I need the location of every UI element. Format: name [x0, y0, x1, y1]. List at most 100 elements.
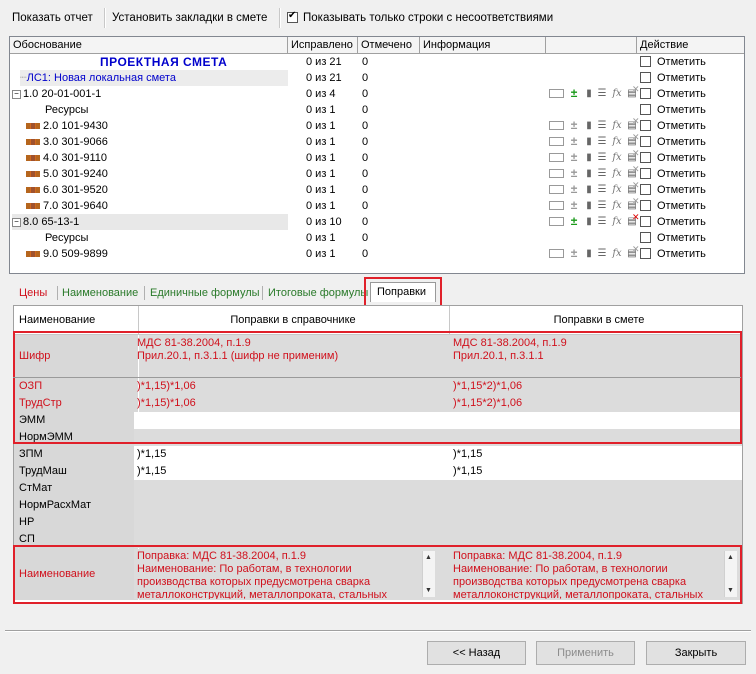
document-icon[interactable]: ☰: [596, 183, 608, 196]
add-icon[interactable]: ±: [568, 167, 580, 180]
formula-icon[interactable]: fx: [611, 119, 623, 132]
mark-checkbox[interactable]: [640, 216, 651, 227]
formula-icon[interactable]: fx: [611, 87, 623, 100]
row-shifr[interactable]: Шифр МДС 81-38.2004, п.1.9 Прил.20.1, п.…: [14, 335, 742, 379]
mark-checkbox[interactable]: [640, 232, 651, 243]
mark-label[interactable]: Отметить: [657, 134, 706, 150]
show-report-button[interactable]: Показать отчет: [12, 11, 93, 25]
ref-value[interactable]: )*1,15: [134, 463, 450, 480]
collapse-toggle-icon[interactable]: −: [12, 90, 21, 99]
formula-icon[interactable]: fx: [611, 247, 623, 260]
estimate-tree-grid[interactable]: Обоснование Исправлено Отмечено Информац…: [9, 36, 745, 274]
document-icon[interactable]: ☰: [596, 151, 608, 164]
document-icon[interactable]: ☰: [596, 199, 608, 212]
mark-label[interactable]: Отметить: [657, 166, 706, 182]
bookmark-icon[interactable]: ▮: [583, 183, 595, 196]
collapse-toggle-icon[interactable]: −: [12, 218, 21, 227]
document-icon[interactable]: ☰: [596, 247, 608, 260]
print-icon[interactable]: [549, 185, 564, 194]
mark-label[interactable]: Отметить: [657, 150, 706, 166]
bookmark-icon[interactable]: ▮: [583, 87, 595, 100]
document-icon[interactable]: ☰: [596, 87, 608, 100]
tree-row[interactable]: ПРОЕКТНАЯ СМЕТА 0 из 21 0 Отметить: [10, 54, 744, 70]
ref-value[interactable]: )*1,15: [134, 446, 450, 463]
delete-icon[interactable]: ▤: [626, 211, 639, 228]
est-value[interactable]: [450, 531, 742, 548]
back-button[interactable]: << Назад: [427, 641, 526, 665]
mark-checkbox[interactable]: [640, 200, 651, 211]
mark-checkbox[interactable]: [640, 168, 651, 179]
col-header-marked[interactable]: Отмечено: [358, 37, 420, 53]
bookmark-icon[interactable]: ▮: [583, 151, 595, 164]
delete-icon[interactable]: ▤: [626, 243, 639, 260]
tree-row[interactable]: −8.0 65-13-1 0 из 10 0 ±▮☰fx▤ Отметить: [10, 211, 744, 230]
correction-row[interactable]: СП: [14, 531, 742, 549]
mark-label[interactable]: Отметить: [657, 102, 706, 118]
print-icon[interactable]: [549, 137, 564, 146]
tab-total-formulas[interactable]: Итоговые формулы: [268, 285, 368, 301]
add-icon[interactable]: ±: [568, 215, 580, 228]
correction-row[interactable]: ЭММ: [14, 412, 742, 430]
memo-scrollbar[interactable]: [724, 551, 737, 597]
bookmark-icon[interactable]: ▮: [583, 247, 595, 260]
print-icon[interactable]: [549, 89, 564, 98]
col-header-action[interactable]: Действие: [637, 37, 744, 53]
est-value[interactable]: )*1,15: [450, 463, 742, 480]
tree-row[interactable]: 9.0 509-9899 0 из 1 0 ±▮☰fx▤ Отметить: [10, 243, 744, 262]
row-naimenovanie[interactable]: Наименование Поправка: МДС 81-38.2004, п…: [14, 548, 742, 601]
tab-prices[interactable]: Цены: [19, 285, 47, 301]
formula-icon[interactable]: fx: [611, 167, 623, 180]
col-header-fixed[interactable]: Исправлено: [288, 37, 358, 53]
correction-row[interactable]: ОЗП)*1,15)*1,06)*1,15*2)*1,06: [14, 378, 742, 396]
mark-label[interactable]: Отметить: [657, 182, 706, 198]
mark-checkbox[interactable]: [640, 152, 651, 163]
mark-checkbox[interactable]: [640, 120, 651, 131]
formula-icon[interactable]: fx: [611, 215, 623, 228]
bookmark-icon[interactable]: ▮: [583, 199, 595, 212]
est-value[interactable]: [450, 480, 742, 497]
ref-value[interactable]: [134, 514, 450, 531]
correction-row[interactable]: ТрудСтр)*1,15)*1,06)*1,15*2)*1,06: [14, 395, 742, 413]
document-icon[interactable]: ☰: [596, 119, 608, 132]
mark-label[interactable]: Отметить: [657, 214, 706, 230]
correction-row[interactable]: ЗПМ)*1,15)*1,15: [14, 446, 742, 464]
mark-checkbox[interactable]: [640, 56, 651, 67]
est-memo[interactable]: Поправка: МДС 81-38.2004, п.1.9 Наименов…: [450, 549, 739, 599]
print-icon[interactable]: [549, 217, 564, 226]
print-icon[interactable]: [549, 249, 564, 258]
document-icon[interactable]: ☰: [596, 167, 608, 180]
formula-icon[interactable]: fx: [611, 183, 623, 196]
formula-icon[interactable]: fx: [611, 199, 623, 212]
tab-corrections[interactable]: Поправки: [370, 282, 436, 302]
only-mismatch-label[interactable]: Показывать только строки с несоответстви…: [303, 11, 553, 25]
est-value[interactable]: )*1,15: [450, 446, 742, 463]
add-icon[interactable]: ±: [568, 183, 580, 196]
bookmark-icon[interactable]: ▮: [583, 215, 595, 228]
correction-row[interactable]: НормРасхМат: [14, 497, 742, 515]
correction-row[interactable]: НР: [14, 514, 742, 532]
print-icon[interactable]: [549, 121, 564, 130]
add-icon[interactable]: ±: [568, 199, 580, 212]
print-icon[interactable]: [549, 153, 564, 162]
mark-label[interactable]: Отметить: [657, 118, 706, 134]
mark-checkbox[interactable]: [640, 88, 651, 99]
apply-button[interactable]: Применить: [536, 641, 635, 665]
col-header-basis[interactable]: Обоснование: [10, 37, 288, 53]
ref-value[interactable]: [134, 480, 450, 497]
mark-label[interactable]: Отметить: [657, 86, 706, 102]
mark-label[interactable]: Отметить: [657, 230, 706, 246]
ref-value[interactable]: )*1,15)*1,06: [134, 395, 450, 412]
formula-icon[interactable]: fx: [611, 151, 623, 164]
add-icon[interactable]: ±: [568, 119, 580, 132]
est-value[interactable]: [450, 412, 742, 429]
add-icon[interactable]: ±: [568, 151, 580, 164]
col-header-info[interactable]: Информация: [420, 37, 546, 53]
memo-scrollbar[interactable]: [422, 551, 435, 597]
bookmark-icon[interactable]: ▮: [583, 119, 595, 132]
ref-value[interactable]: [134, 531, 450, 548]
correction-row[interactable]: СтМат: [14, 480, 742, 498]
bookmark-icon[interactable]: ▮: [583, 167, 595, 180]
print-icon[interactable]: [549, 169, 564, 178]
est-value[interactable]: [450, 429, 742, 446]
mark-label[interactable]: Отметить: [657, 198, 706, 214]
